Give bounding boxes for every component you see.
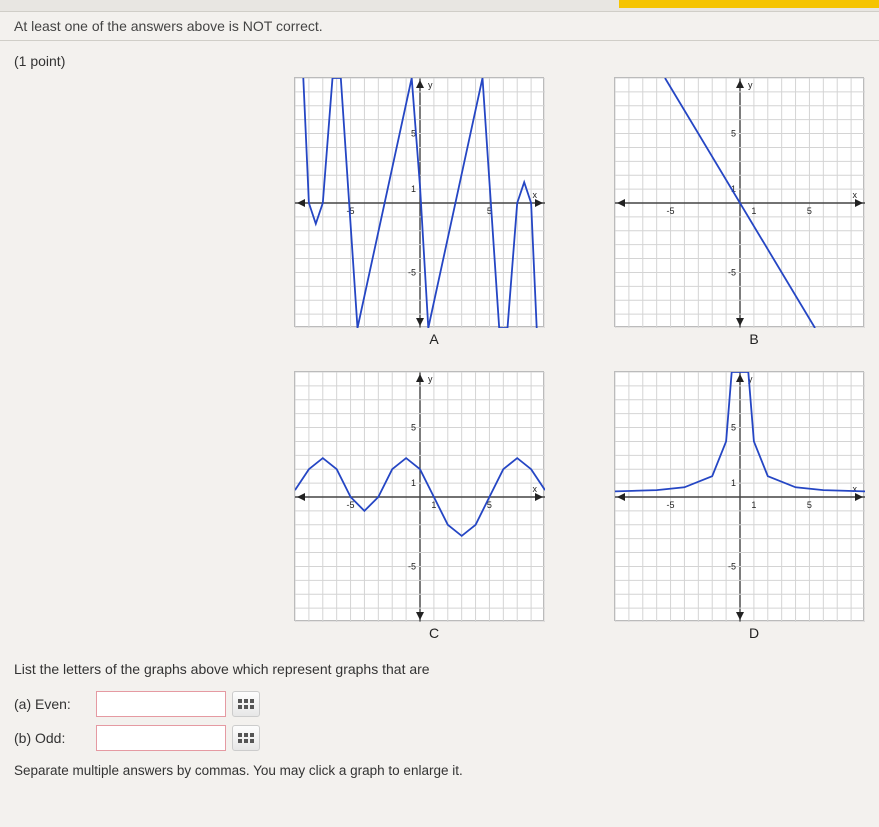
svg-text:5: 5 (807, 206, 812, 216)
graph-d-svg: -515-515yx (615, 372, 865, 622)
feedback-message: At least one of the answers above is NOT… (0, 12, 879, 41)
svg-text:1: 1 (411, 184, 416, 194)
graph-a[interactable]: -55-515yx (294, 77, 544, 327)
svg-text:5: 5 (411, 423, 416, 433)
graph-block-d: -515-515yx D (614, 371, 879, 641)
even-label: (a) Even: (14, 696, 96, 712)
svg-text:x: x (853, 484, 858, 494)
svg-text:-5: -5 (728, 267, 736, 277)
even-input[interactable] (96, 691, 226, 717)
keypad-icon (238, 733, 254, 743)
answer-row-even: (a) Even: (14, 691, 865, 717)
keypad-icon (238, 699, 254, 709)
graph-c-label: C (294, 625, 574, 641)
graph-b[interactable]: -515-515yx (614, 77, 864, 327)
svg-text:-5: -5 (667, 500, 675, 510)
graph-c[interactable]: -515-515yx (294, 371, 544, 621)
svg-text:y: y (748, 80, 753, 90)
svg-text:x: x (533, 484, 538, 494)
svg-text:-5: -5 (347, 500, 355, 510)
svg-text:1: 1 (411, 478, 416, 488)
top-bar (0, 0, 879, 12)
svg-text:5: 5 (731, 423, 736, 433)
graph-d-label: D (614, 625, 879, 641)
question-prompt: List the letters of the graphs above whi… (14, 661, 865, 677)
odd-label: (b) Odd: (14, 730, 96, 746)
svg-text:-5: -5 (408, 267, 416, 277)
graph-d[interactable]: -515-515yx (614, 371, 864, 621)
graph-block-b: -515-515yx B (614, 77, 879, 347)
graph-a-label: A (294, 331, 574, 347)
svg-text:y: y (428, 80, 433, 90)
svg-text:5: 5 (807, 500, 812, 510)
question-content: (1 point) -5 5 -5 1 5 y x A -5 1 5 -5 1 5 y x B -5 1 5 -… (0, 41, 879, 790)
hint-text: Separate multiple answers by commas. You… (14, 763, 865, 778)
points-label: (1 point) (14, 53, 865, 69)
svg-text:x: x (533, 190, 538, 200)
graph-block-a: -55-515yx A (294, 77, 574, 347)
svg-text:1: 1 (751, 500, 756, 510)
graph-block-c: -515-515yx C (294, 371, 574, 641)
graph-grid: -55-515yx A -515-515yx B -515-515yx C -5… (294, 77, 865, 641)
keypad-button-odd[interactable] (232, 725, 260, 751)
svg-text:-5: -5 (728, 561, 736, 571)
svg-text:-5: -5 (408, 561, 416, 571)
graph-b-svg: -515-515yx (615, 78, 865, 328)
svg-text:1: 1 (751, 206, 756, 216)
answer-row-odd: (b) Odd: (14, 725, 865, 751)
svg-text:5: 5 (731, 129, 736, 139)
graph-c-svg: -515-515yx (295, 372, 545, 622)
svg-text:y: y (428, 374, 433, 384)
graph-a-svg: -55-515yx (295, 78, 545, 328)
keypad-button-even[interactable] (232, 691, 260, 717)
svg-text:1: 1 (731, 478, 736, 488)
svg-text:-5: -5 (667, 206, 675, 216)
svg-text:x: x (853, 190, 858, 200)
odd-input[interactable] (96, 725, 226, 751)
graph-b-label: B (614, 331, 879, 347)
